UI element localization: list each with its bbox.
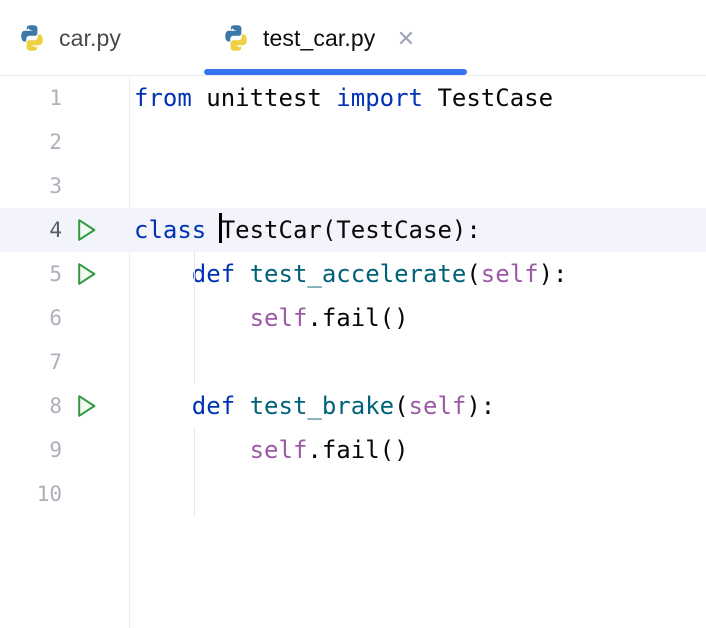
run-test-icon[interactable] [72, 208, 102, 252]
code-line-text[interactable]: class TestCar(TestCase): [134, 208, 481, 252]
code-token: ): [539, 252, 568, 296]
tab-label: test_car.py [263, 24, 375, 52]
code-token: self [250, 296, 308, 340]
code-token [134, 296, 250, 340]
code-line-row[interactable]: 3 [0, 164, 706, 208]
line-number: 5 [0, 252, 62, 296]
code-line-row[interactable]: 7 [0, 340, 706, 384]
tab-label: car.py [59, 24, 121, 52]
code-line-row[interactable]: 1 from unittest import TestCase [0, 76, 706, 120]
line-number: 4 [0, 208, 62, 252]
code-line-row[interactable]: 6 self.fail() [0, 296, 706, 340]
code-line-text[interactable]: def test_accelerate(self): [134, 252, 568, 296]
close-icon[interactable] [394, 26, 418, 50]
code-token: def [134, 384, 250, 428]
code-line-row[interactable]: 2 [0, 120, 706, 164]
code-token: ): [466, 384, 495, 428]
code-lines: 1 from unittest import TestCase 234 class T… [0, 76, 706, 516]
python-file-icon [222, 24, 250, 52]
code-line-row[interactable]: 10 [0, 472, 706, 516]
code-line-row[interactable]: 9 self.fail() [0, 428, 706, 472]
code-token: TestCar(TestCase): [221, 208, 481, 252]
code-token: self [409, 384, 467, 428]
code-editor-area[interactable]: 1 from unittest import TestCase 234 class T… [0, 76, 706, 628]
editor-tab-test_car-py[interactable]: test_car.py [204, 0, 432, 75]
code-line-text[interactable]: self.fail() [134, 428, 409, 472]
run-test-icon[interactable] [72, 384, 102, 428]
code-token: self [250, 428, 308, 472]
code-token: .fail() [307, 296, 408, 340]
code-line-text[interactable]: def test_brake(self): [134, 384, 495, 428]
code-line-row[interactable]: 4 class TestCar(TestCase): [0, 208, 706, 252]
code-token [134, 428, 250, 472]
editor-tab-car-py[interactable]: car.py [0, 0, 139, 75]
code-token: def [134, 252, 250, 296]
editor-tab-bar: car.py test_car.py [0, 0, 706, 76]
code-token: ( [394, 384, 408, 428]
code-token: unittest [206, 76, 336, 120]
text-caret [219, 213, 222, 243]
code-token: .fail() [307, 428, 408, 472]
line-number: 7 [0, 340, 62, 384]
code-token: test_brake [250, 384, 395, 428]
line-number: 10 [0, 472, 62, 516]
code-token: TestCase [437, 76, 553, 120]
line-number: 1 [0, 76, 62, 120]
code-line-row[interactable]: 5 def test_accelerate(self): [0, 252, 706, 296]
line-number: 6 [0, 296, 62, 340]
python-file-icon [18, 24, 46, 52]
line-number: 8 [0, 384, 62, 428]
run-test-icon[interactable] [72, 252, 102, 296]
line-number: 9 [0, 428, 62, 472]
code-token: self [481, 252, 539, 296]
indent-guide [194, 252, 195, 384]
indent-guide [194, 428, 195, 516]
code-token: from [134, 76, 206, 120]
code-token: class [134, 208, 221, 252]
code-token: import [336, 76, 437, 120]
code-line-row[interactable]: 8 def test_brake(self): [0, 384, 706, 428]
code-token: test_accelerate [250, 252, 467, 296]
editor-window: car.py test_car.py 1 from unittest import … [0, 0, 706, 628]
code-line-text[interactable]: from unittest import TestCase [134, 76, 553, 120]
code-line-text[interactable]: self.fail() [134, 296, 409, 340]
code-token: ( [466, 252, 480, 296]
line-number: 2 [0, 120, 62, 164]
active-tab-indicator [204, 69, 467, 75]
line-number: 3 [0, 164, 62, 208]
